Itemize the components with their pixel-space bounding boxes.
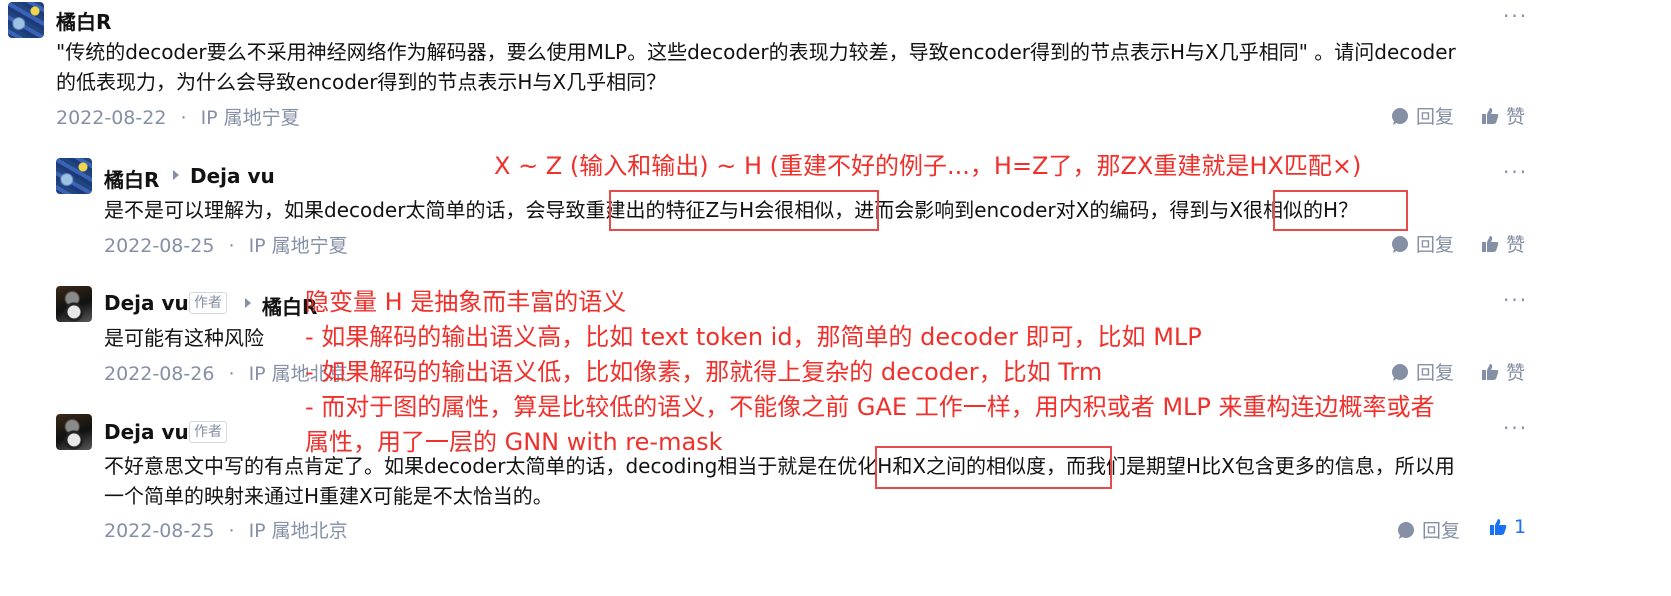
more-options-icon[interactable]: ··· xyxy=(1503,416,1528,440)
comment-text: "传统的decoder要么不采用神经网络作为解码器，要么使用MLP。这些deco… xyxy=(56,40,1456,64)
comment-author[interactable]: 橘白R xyxy=(104,164,159,193)
reply-button[interactable]: 回复 xyxy=(1396,516,1460,543)
more-options-icon[interactable]: ··· xyxy=(1503,288,1528,312)
comment-text: 的低表现力，为什么会导致encoder得到的节点表示H与X几乎相同？ xyxy=(56,70,667,94)
author-tag: 作者 xyxy=(189,421,227,443)
annotation-note-line: - 如果解码的输出语义高，比如 text token id，那简单的 decod… xyxy=(305,323,1202,351)
comment-date: 2022-08-25 xyxy=(104,520,215,542)
ip-location: IP 属地宁夏 xyxy=(248,235,348,257)
avatar[interactable] xyxy=(56,286,92,322)
comment-date: 2022-08-22 xyxy=(56,107,167,129)
thumbs-up-icon xyxy=(1482,363,1499,380)
comment-text: 是可能有这种风险 xyxy=(104,326,264,350)
comment-text: 一个简单的映射来通过H重建X可能是不太恰当的。 xyxy=(104,484,553,508)
separator: · xyxy=(228,235,235,257)
thumbs-up-icon xyxy=(1482,107,1499,124)
more-options-icon[interactable]: ··· xyxy=(1503,160,1528,184)
annotation-note-line: - 如果解码的输出语义低，比如像素，那就得上复杂的 decoder，比如 Trm xyxy=(305,358,1103,386)
comment-author[interactable]: Deja vu xyxy=(104,420,189,444)
like-button[interactable]: 赞 xyxy=(1480,230,1525,257)
avatar[interactable] xyxy=(56,414,92,450)
highlight-box xyxy=(609,190,879,231)
like-label: 赞 xyxy=(1506,362,1526,384)
comment-date: 2022-08-26 xyxy=(104,363,215,385)
thumbs-up-icon xyxy=(1490,519,1507,535)
ip-location: IP 属地北京 xyxy=(248,520,348,542)
comment-author[interactable]: 橘白R xyxy=(56,6,111,35)
reply-label: 回复 xyxy=(1422,520,1461,542)
like-label: 赞 xyxy=(1506,106,1526,128)
more-options-icon[interactable]: ··· xyxy=(1503,4,1528,28)
like-count: 1 xyxy=(1514,516,1527,538)
comment-bubble-icon xyxy=(1398,521,1414,539)
like-button[interactable]: 赞 xyxy=(1480,102,1525,129)
highlight-box xyxy=(1273,190,1408,231)
comment-meta: 2022-08-22 · IP 属地宁夏 xyxy=(56,103,300,130)
annotation-note-line: 隐变量 H 是抽象而丰富的语义 xyxy=(305,288,627,316)
reply-arrow-icon xyxy=(245,298,251,308)
reply-label: 回复 xyxy=(1416,234,1455,256)
reply-to-user[interactable]: Deja vu xyxy=(190,164,275,188)
separator: · xyxy=(228,363,235,385)
comment-meta: 2022-08-25 · IP 属地宁夏 xyxy=(104,231,348,258)
reply-button[interactable]: 回复 xyxy=(1390,102,1454,129)
annotation-note-line: 属性，用了一层的 GNN with re-mask xyxy=(305,428,723,456)
thumbs-up-icon xyxy=(1482,235,1499,252)
comment-bubble-icon xyxy=(1392,235,1408,253)
highlight-box xyxy=(875,446,1112,489)
comment-bubble-icon xyxy=(1392,107,1408,125)
reply-button[interactable]: 回复 xyxy=(1390,358,1454,385)
separator: · xyxy=(228,520,235,542)
author-tag: 作者 xyxy=(189,292,227,314)
comment-meta: 2022-08-25 · IP 属地北京 xyxy=(104,516,348,543)
reply-button[interactable]: 回复 xyxy=(1390,230,1454,257)
annotation-note-line: - 而对于图的属性，算是比较低的语义，不能像之前 GAE 工作一样，用内积或者 … xyxy=(305,393,1435,421)
comment-author[interactable]: Deja vu xyxy=(104,291,189,315)
reply-arrow-icon xyxy=(173,170,179,180)
like-button[interactable]: 赞 xyxy=(1480,358,1525,385)
like-label: 赞 xyxy=(1506,234,1526,256)
avatar[interactable] xyxy=(8,2,44,38)
reply-label: 回复 xyxy=(1416,362,1455,384)
separator: · xyxy=(180,107,187,129)
ip-location: IP 属地宁夏 xyxy=(200,107,300,129)
avatar[interactable] xyxy=(56,158,92,194)
comment-bubble-icon xyxy=(1392,363,1408,381)
reply-label: 回复 xyxy=(1416,106,1455,128)
comment-date: 2022-08-25 xyxy=(104,235,215,257)
annotation-top-note: X ~ Z (输入和输出) ~ H (重建不好的例子...，H=Z了，那ZX重建… xyxy=(494,152,1362,180)
like-button[interactable]: 1 xyxy=(1488,516,1526,538)
